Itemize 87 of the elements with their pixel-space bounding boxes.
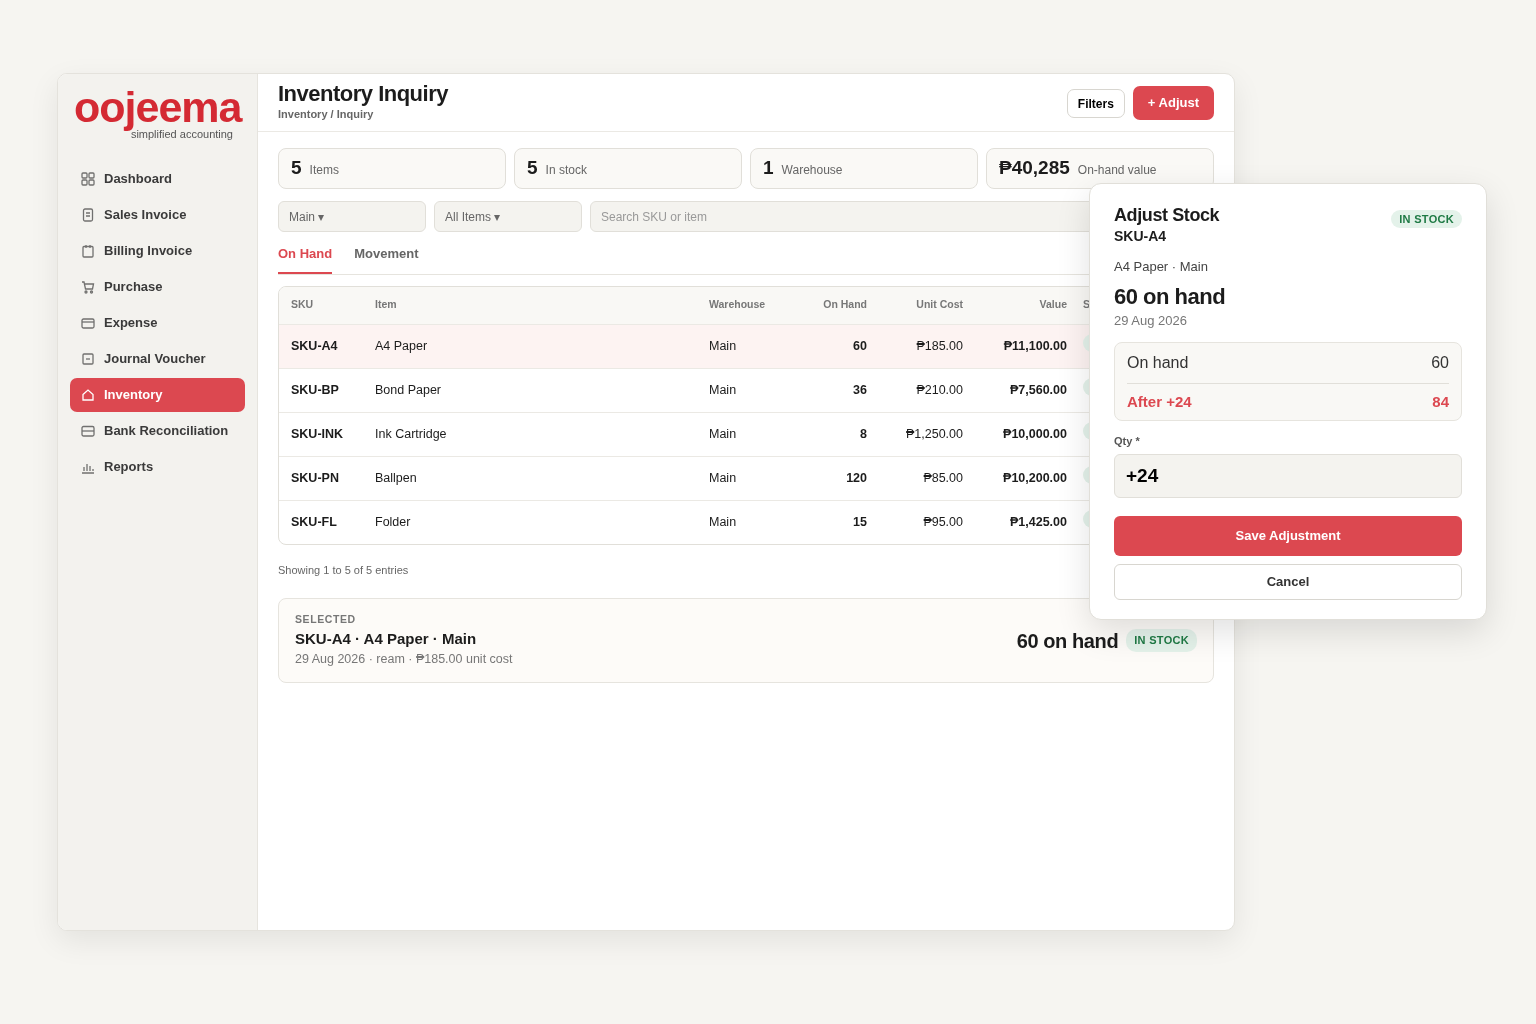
column-header: SKU: [290, 297, 315, 313]
table-cell-text: ₱7,560.00: [1009, 381, 1067, 399]
card-icon: [81, 424, 95, 438]
table-cell-text: ₱11,100.00: [1002, 337, 1067, 355]
sidebar-item[interactable]: Billing Invoice: [70, 234, 245, 268]
item-subtitle: A4 Paper · Main: [1114, 257, 1209, 276]
clipboard-icon: [81, 244, 95, 258]
table-cell-text: SKU-A4: [290, 337, 339, 355]
qty-label: Qty *: [1114, 434, 1141, 450]
sidebar-item[interactable]: Purchase: [70, 270, 245, 304]
table-cell-text: 120: [845, 469, 867, 487]
table-cell-text: Main: [709, 337, 738, 355]
table-cell-text: Ballpen: [375, 469, 418, 487]
sidebar-item[interactable]: Expense: [70, 306, 245, 340]
sidebar-item[interactable]: Sales Invoice: [70, 198, 245, 232]
filters-button[interactable]: Filters: [1066, 89, 1125, 118]
filter-dropdown[interactable]: Main ▾: [278, 201, 426, 232]
stat-value: 1: [763, 156, 774, 181]
document-icon: [81, 208, 95, 222]
cancel-button[interactable]: Cancel: [1114, 563, 1462, 600]
house-icon: [81, 388, 95, 402]
after-value: 84: [1432, 391, 1449, 412]
column-header: Warehouse: [709, 297, 767, 313]
tab[interactable]: On Hand: [278, 244, 333, 274]
column-header: On Hand: [822, 297, 867, 313]
on-hand-quantity: 60 on hand: [1114, 284, 1227, 311]
entries-count: Showing 1 to 5 of 5 entries: [278, 562, 410, 578]
table-cell-text: ₱95.00: [922, 513, 963, 531]
sidebar-item[interactable]: Journal Voucher: [70, 342, 245, 376]
column-header: Value: [1038, 297, 1067, 313]
filter-dropdown[interactable]: All Items ▾: [434, 201, 582, 232]
table-cell-text: Main: [709, 513, 738, 531]
table-cell-text: 8: [859, 425, 867, 443]
table-cell-text: Ink Cartridge: [375, 425, 448, 443]
status-badge: IN STOCK: [1391, 210, 1462, 228]
square-icon: [81, 352, 95, 366]
logo-tagline: simplified accounting: [130, 129, 233, 140]
table-cell-text: SKU-BP: [290, 381, 340, 399]
cart-icon: [81, 280, 95, 294]
stat-label: On-hand value: [1077, 161, 1157, 179]
stat-value: 5: [291, 156, 302, 181]
table-cell-text: ₱1,250.00: [905, 425, 963, 443]
on-hand-value: 60: [1431, 353, 1449, 374]
selected-details: 29 Aug 2026 · ream · ₱185.00 unit cost: [295, 651, 513, 669]
table-cell-text: 15: [852, 513, 867, 531]
table-cell-text: ₱210.00: [915, 381, 963, 399]
table-cell-text: ₱185.00: [915, 337, 963, 355]
save-button[interactable]: Save Adjustment: [1114, 515, 1462, 556]
stat-value: 5: [527, 156, 538, 181]
table-cell-text: Main: [709, 381, 738, 399]
table-cell-text: ₱10,000.00: [1002, 425, 1067, 443]
selected-label: SELECTED: [295, 612, 357, 627]
table-cell-text: SKU-FL: [290, 513, 338, 531]
qty-input[interactable]: +24: [1114, 453, 1462, 498]
table-cell-text: Main: [709, 425, 738, 443]
selected-title: SKU-A4 · A4 Paper · Main: [295, 628, 478, 649]
status-badge: IN STOCK: [1126, 629, 1197, 652]
table-cell-text: ₱1,425.00: [1009, 513, 1067, 531]
after-label: After +24: [1127, 391, 1192, 412]
table-cell-text: SKU-PN: [290, 469, 340, 487]
card-icon: [81, 316, 95, 330]
column-header: Item: [375, 297, 398, 313]
sidebar-item[interactable]: Bank Reconciliation: [70, 414, 245, 448]
breadcrumb: Inventory / Inquiry: [278, 107, 375, 123]
table-cell-text: ₱85.00: [922, 469, 963, 487]
sidebar-item[interactable]: Dashboard: [70, 162, 245, 196]
on-hand-quantity: 60 on hand: [1016, 628, 1119, 654]
sidebar-item[interactable]: Reports: [70, 450, 245, 484]
table-cell-text: 60: [852, 337, 867, 355]
stat-label: In stock: [545, 161, 587, 179]
table-cell-text: A4 Paper: [375, 337, 429, 355]
table-cell-text: Bond Paper: [375, 381, 443, 399]
grid-icon: [81, 172, 95, 186]
column-header: S: [1082, 297, 1091, 313]
sidebar-item[interactable]: Inventory: [70, 378, 245, 412]
table-cell-text: 36: [852, 381, 867, 399]
table-cell-text: Main: [709, 469, 738, 487]
stat-value: ₱40,285: [999, 156, 1070, 181]
page-title: Inventory Inquiry: [278, 82, 448, 107]
adjust-button[interactable]: + Adjust: [1132, 86, 1214, 120]
stat-label: Warehouse: [781, 161, 843, 179]
stat-label: Items: [309, 161, 339, 179]
table-cell-text: ₱10,200.00: [1002, 469, 1067, 487]
table-cell-text: SKU-INK: [290, 425, 345, 443]
column-header: Unit Cost: [915, 297, 963, 313]
table-cell-text: Folder: [375, 513, 412, 531]
tab[interactable]: Movement: [354, 244, 419, 274]
